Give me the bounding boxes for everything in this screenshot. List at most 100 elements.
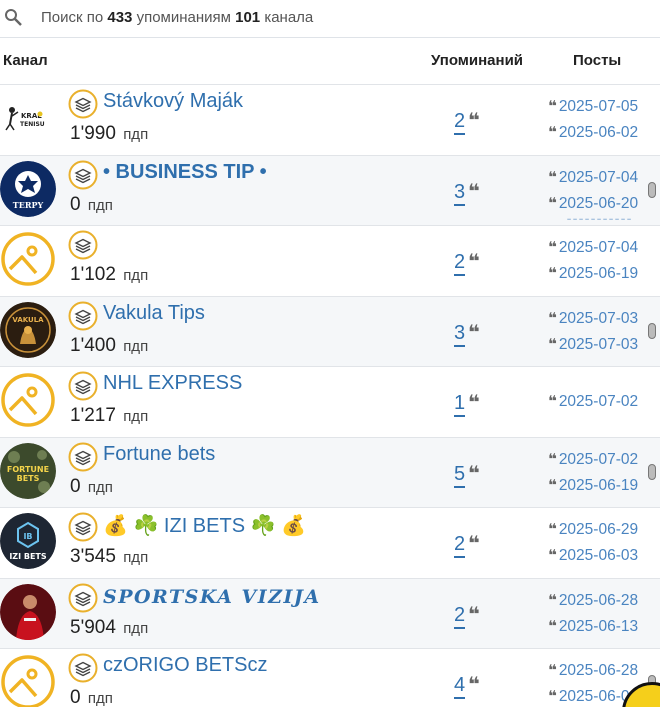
channel-title-link[interactable]: SPORTSKA VIZIJA	[103, 586, 321, 608]
channel-title-link[interactable]: czORIGO BETScz	[103, 654, 267, 677]
quote-icon: ❝	[548, 591, 557, 609]
vakula-logo: VAKULA	[0, 301, 56, 358]
posts-scrollbar[interactable]	[648, 463, 656, 480]
mentions-count-link[interactable]: 1 ❝	[454, 390, 480, 417]
post-date-link[interactable]: ❝ 2025-06-28	[548, 591, 638, 610]
mentions-count-link[interactable]: 5 ❝	[454, 461, 480, 488]
column-header-mentions[interactable]: Упоминаний	[431, 52, 523, 69]
quote-icon: ❝	[468, 533, 480, 555]
mentions-count-link[interactable]: 3 ❝	[454, 320, 480, 347]
column-header-posts[interactable]: Посты	[573, 52, 621, 69]
quote-icon: ❝	[548, 265, 557, 282]
svg-text:BETS: BETS	[17, 474, 40, 483]
layers-icon[interactable]	[68, 653, 98, 683]
posts-scrollbar[interactable]	[648, 322, 656, 339]
post-date-link[interactable]: ❝ 2025-06-20	[548, 194, 638, 213]
channel-title-link[interactable]: NHL EXPRESS	[103, 372, 242, 395]
search-icon	[5, 9, 22, 26]
post-date-link[interactable]: ❝ 2025-07-03	[548, 309, 638, 328]
quote-icon: ❝	[548, 124, 557, 141]
post-date-link[interactable]: ❝ 2025-06-28	[548, 661, 638, 680]
table-row: NHL EXPRESS 1'217 пдп 1 ❝ ❝ 2025-07-02	[0, 366, 660, 437]
table-row: VAKULA Vakula Tips 1'400 пдп 3 ❝ ❝ 2025-07…	[0, 295, 660, 366]
layers-icon[interactable]	[68, 89, 98, 119]
quote-icon: ❝	[548, 98, 557, 115]
quote-icon: ❝	[548, 662, 557, 679]
quote-icon: ❝	[548, 617, 557, 635]
quote-icon: ❝	[548, 393, 557, 410]
post-date-link[interactable]: ❝ 2025-06-29	[548, 520, 638, 539]
layers-icon[interactable]	[68, 583, 98, 613]
channel-avatar[interactable]	[0, 231, 56, 287]
svg-text:TENISU: TENISU	[20, 121, 45, 128]
mentions-count-link[interactable]: 2 ❝	[454, 249, 480, 276]
layers-icon[interactable]	[68, 301, 98, 331]
quote-icon: ❝	[468, 674, 480, 696]
channel-avatar[interactable]	[0, 372, 56, 428]
mentions-count-link[interactable]: 2 ❝	[454, 602, 480, 629]
post-date-link[interactable]: ❝ 2025-06-0	[548, 687, 629, 706]
post-date-link[interactable]: ❝ 2025-07-03	[548, 335, 638, 354]
search-bar[interactable]: Поиск по 433 упоминаниям 101 канала	[0, 0, 660, 38]
post-date-link[interactable]: ❝ 2025-06-03	[548, 546, 638, 565]
channel-avatar[interactable]: VAKULA	[0, 301, 56, 358]
table-row: IB IZI BETS 💰 ☘️ IZI BETS ☘️ 💰 3'545 пдп…	[0, 507, 660, 578]
table-row: KRAL TENISU Stávkový Maják 1'990 пдп 2 ❝ …	[0, 84, 660, 155]
channel-avatar[interactable]	[0, 583, 56, 640]
channel-avatar[interactable]: KRAL TENISU	[0, 90, 56, 146]
table-header: Канал Упоминаний Посты	[0, 38, 660, 84]
mentions-count-link[interactable]: 4 ❝	[454, 672, 480, 699]
channel-avatar[interactable]: FORTUNE BETS	[0, 442, 56, 499]
quote-icon: ❝	[548, 450, 557, 468]
svg-text:TERPY: TERPY	[13, 200, 44, 210]
quote-icon: ❝	[548, 476, 557, 494]
layers-icon[interactable]	[68, 371, 98, 401]
channel-avatar[interactable]: TERPY	[0, 160, 56, 217]
subscriber-count: 1'217 пдп	[70, 405, 149, 426]
channel-avatar[interactable]	[0, 654, 56, 707]
quote-icon: ❝	[548, 521, 557, 538]
mentions-count-link[interactable]: 2 ❝	[454, 531, 480, 558]
layers-icon[interactable]	[68, 512, 98, 542]
fortune-bets-logo: FORTUNE BETS	[0, 442, 56, 499]
channel-title-link[interactable]: Fortune bets	[103, 443, 215, 466]
column-header-channel[interactable]: Канал	[3, 52, 48, 69]
layers-icon[interactable]	[68, 442, 98, 472]
post-date-link[interactable]: ❝ 2025-07-02	[548, 450, 638, 469]
post-date-link[interactable]: ❝ 2025-07-05	[548, 97, 638, 116]
placeholder-image-icon	[1, 655, 55, 707]
channel-title-link[interactable]: Vakula Tips	[103, 302, 205, 325]
subscriber-count: 0 пдп	[70, 687, 113, 707]
channel-avatar[interactable]: IB IZI BETS	[0, 513, 56, 569]
mentions-count-link[interactable]: 2 ❝	[454, 108, 480, 135]
quote-icon: ❝	[468, 180, 480, 203]
channel-title-link[interactable]: Stávkový Maják	[103, 90, 243, 113]
subscriber-count: 0 пдп	[70, 475, 113, 497]
post-date-link[interactable]: ❝ 2025-06-13	[548, 617, 638, 636]
mentions-count-link[interactable]: 3 ❝	[454, 179, 480, 206]
post-date-link[interactable]: ❝ 2025-06-19	[548, 476, 638, 495]
quote-icon: ❝	[548, 309, 557, 327]
quote-icon: ❝	[468, 392, 480, 414]
subscriber-count: 1'990 пдп	[70, 123, 149, 144]
post-date-link[interactable]: ❝ 2025-06-02	[548, 123, 638, 142]
posts-scrollbar[interactable]	[648, 181, 656, 198]
post-date-link[interactable]: ❝ 2025-07-04	[548, 238, 638, 257]
post-date-link[interactable]: ❝ 2025-06-19	[548, 264, 638, 283]
channel-title-link[interactable]: • BUSINESS TIP •	[103, 161, 267, 184]
post-date-link[interactable]: ❝ 2025-07-02	[548, 392, 638, 411]
layers-icon[interactable]	[68, 230, 98, 260]
svg-text:VAKULA: VAKULA	[12, 316, 44, 324]
svg-text:IZI BETS: IZI BETS	[9, 552, 47, 561]
quote-icon: ❝	[468, 462, 480, 485]
layers-icon[interactable]	[68, 160, 98, 190]
quote-icon: ❝	[548, 239, 557, 256]
channel-title-link[interactable]: 💰 ☘️ IZI BETS ☘️ 💰	[103, 513, 306, 538]
search-placeholder[interactable]: Поиск по 433 упоминаниям 101 канала	[41, 9, 313, 26]
terpy-champions-logo: TERPY	[0, 160, 56, 217]
table-row: TERPY • BUSINESS TIP • 0 пдп 3 ❝ ❝ 2025-07…	[0, 154, 660, 226]
table-row: FORTUNE BETS Fortune bets 0 пдп 5 ❝ ❝ 2025…	[0, 436, 660, 507]
table-row: 1'102 пдп 2 ❝ ❝ 2025-07-04 ❝ 2025-06-19	[0, 225, 660, 296]
post-date-link[interactable]: ❝ 2025-07-04	[548, 168, 638, 187]
quote-icon: ❝	[548, 547, 557, 564]
